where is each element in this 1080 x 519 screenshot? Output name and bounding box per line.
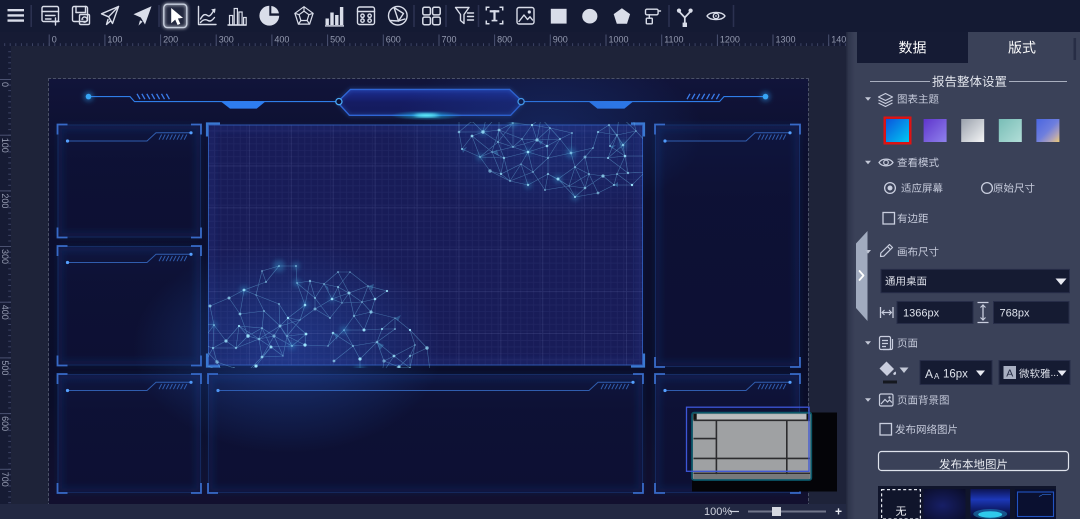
svg-text:16px: 16px (943, 369, 968, 381)
svg-text:768px: 768px (1000, 308, 1030, 320)
svg-text:600: 600 (0, 416, 10, 431)
svg-text:600: 600 (386, 35, 401, 45)
svg-text:900: 900 (553, 35, 568, 45)
svg-text:100: 100 (107, 35, 122, 45)
svg-text:+: + (835, 505, 842, 519)
svg-text:400: 400 (0, 305, 10, 320)
svg-text:...: ... (1051, 368, 1059, 379)
svg-text:A: A (1006, 367, 1013, 379)
svg-text:500: 500 (0, 360, 10, 375)
svg-text:1100: 1100 (664, 35, 683, 45)
svg-text:1000: 1000 (609, 35, 629, 45)
svg-text:1200: 1200 (720, 35, 740, 45)
svg-text:0: 0 (52, 35, 57, 45)
svg-text:1366px: 1366px (903, 308, 940, 320)
svg-text:800: 800 (497, 35, 512, 45)
svg-text:400: 400 (274, 35, 289, 45)
svg-text:200: 200 (0, 193, 10, 208)
svg-text:A: A (934, 372, 940, 381)
svg-text:0: 0 (0, 82, 10, 87)
svg-text:1300: 1300 (776, 35, 796, 45)
svg-text:500: 500 (330, 35, 345, 45)
svg-text:700: 700 (442, 35, 457, 45)
svg-text:700: 700 (0, 472, 10, 487)
svg-text:200: 200 (163, 35, 178, 45)
svg-text:100%: 100% (704, 506, 732, 518)
svg-text:300: 300 (219, 35, 234, 45)
svg-text:100: 100 (0, 138, 10, 153)
svg-text:A: A (925, 367, 933, 381)
svg-text:300: 300 (0, 249, 10, 264)
